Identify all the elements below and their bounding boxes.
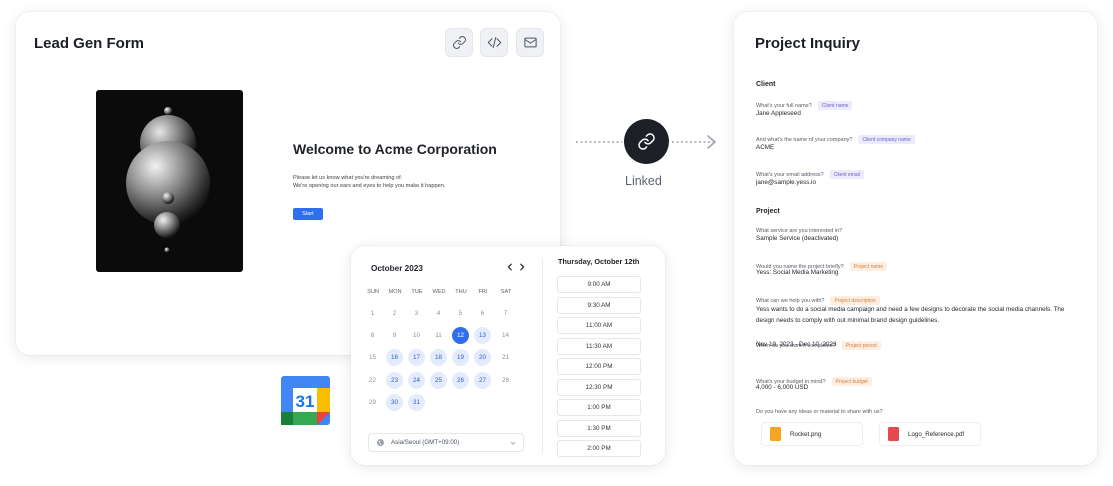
- project-section-heading: Project: [756, 208, 780, 215]
- calendar-day: 2: [392, 310, 397, 317]
- link-icon: [638, 133, 655, 150]
- attachment-name: Rocket.png: [790, 430, 822, 438]
- calendar-day: 4: [436, 310, 441, 317]
- field-question: Do you have any ideas or material to sha…: [756, 409, 883, 415]
- field-question-text: What can we help you with?: [756, 297, 825, 304]
- time-slot-button[interactable]: 12:30 PM: [557, 378, 641, 396]
- mail-icon: [523, 37, 537, 48]
- linked-label: Linked: [625, 174, 662, 188]
- calendar-day: 6: [480, 310, 485, 317]
- next-month-button[interactable]: [516, 261, 528, 273]
- calendar-day[interactable]: 19: [452, 349, 469, 366]
- calendar-day: 14: [501, 332, 509, 339]
- calendar-day: 22: [368, 377, 376, 384]
- embed-code-button[interactable]: [480, 28, 508, 57]
- panel-divider: [542, 258, 543, 454]
- weekday-label: THU: [455, 289, 467, 295]
- calendar-day[interactable]: 27: [474, 372, 491, 389]
- selected-date-heading: Thursday, October 12th: [558, 257, 640, 266]
- calendar-day[interactable]: 16: [386, 349, 403, 366]
- time-slot-button[interactable]: 1:30 PM: [557, 419, 641, 437]
- field-answer: Nov 10, 2023 - Dec 10, 2023: [756, 341, 837, 348]
- field-answer: Yess wants to do a social media campaign…: [756, 306, 1065, 324]
- calendar-day: 10: [412, 332, 420, 339]
- time-slot-button[interactable]: 9:30 AM: [557, 296, 641, 314]
- calendar-day-number: 31: [296, 392, 315, 411]
- email-share-button[interactable]: [516, 28, 544, 57]
- time-slot-button[interactable]: 1:00 PM: [557, 399, 641, 416]
- chevron-left-icon: [507, 263, 512, 271]
- calendar-day[interactable]: 26: [452, 372, 469, 389]
- start-button[interactable]: Start: [293, 208, 323, 220]
- calendar-day[interactable]: 23: [386, 372, 403, 389]
- attachment-name: Logo_Reference.pdf: [908, 430, 965, 438]
- calendar-day[interactable]: 20: [474, 349, 491, 366]
- calendar-day: 9: [392, 332, 397, 339]
- calendar-day[interactable]: 30: [386, 394, 403, 411]
- weekday-label: TUE: [411, 289, 423, 295]
- field-question-text: Do you have any ideas or material to sha…: [756, 409, 883, 415]
- attachment-item[interactable]: Rocket.png: [761, 422, 863, 446]
- calendar-day: 8: [370, 332, 375, 339]
- weekday-label: SUN: [367, 289, 379, 295]
- weekday-label: FRI: [478, 289, 488, 295]
- pdf-file-icon: [888, 427, 899, 441]
- calendar-day[interactable]: 13: [474, 327, 491, 344]
- calendar-day: 28: [501, 377, 509, 384]
- calendar-day: 21: [501, 354, 509, 361]
- calendar-day[interactable]: 18: [430, 349, 447, 366]
- weekday-label: SAT: [500, 289, 512, 295]
- calendar-day: 3: [414, 310, 419, 317]
- linked-badge: [624, 119, 669, 164]
- lead-form-title: Lead Gen Form: [34, 35, 145, 52]
- previous-month-button[interactable]: [504, 261, 516, 273]
- calendar-day: 1: [370, 310, 375, 317]
- field-answer: jane@sample.yess.io: [756, 179, 816, 186]
- calendar-day: 15: [368, 354, 376, 361]
- time-slot-button[interactable]: 11:00 AM: [557, 317, 641, 334]
- globe-icon: [377, 439, 384, 446]
- field-answer: 4,000 - 6,000 USD: [756, 384, 809, 391]
- client-section-heading: Client: [756, 81, 776, 88]
- project-inquiry-card: Project Inquiry Client Project What's yo…: [734, 12, 1097, 465]
- calendar-day[interactable]: 24: [408, 372, 425, 389]
- calendar-day[interactable]: 17: [408, 349, 425, 366]
- time-slot-button[interactable]: 2:00 PM: [557, 440, 641, 457]
- calendar-day[interactable]: 31: [408, 394, 425, 411]
- description-line-1: Please let us know what you're dreaming …: [293, 175, 403, 181]
- copy-link-button[interactable]: [445, 28, 473, 57]
- calendar-day: 7: [503, 310, 508, 317]
- image-file-icon: [770, 427, 781, 441]
- field-answer: Yess: Social Media Marketing: [756, 269, 839, 276]
- calendar-day: 5: [458, 310, 463, 317]
- welcome-heading: Welcome to Acme Corporation: [293, 141, 497, 157]
- form-cover-artwork: [96, 90, 243, 272]
- attachment-item[interactable]: Logo_Reference.pdf: [879, 422, 981, 446]
- time-slot-button[interactable]: 12:00 PM: [557, 358, 641, 375]
- link-icon: [452, 36, 466, 49]
- calendar-booking-card: October 2023 SUN MON TUE WED THU FRI SAT 12345…: [351, 246, 665, 465]
- weekday-label: WED: [432, 289, 446, 295]
- timezone-select[interactable]: Asia/Seoul (GMT+09:00): [368, 433, 524, 452]
- calendar-month-label: October 2023: [371, 264, 423, 273]
- time-slot-button[interactable]: 11:30 AM: [557, 337, 641, 355]
- field-answer: ACME: [756, 144, 775, 151]
- field-answer: Jane Appleseed: [756, 110, 801, 117]
- chevron-down-icon: [510, 441, 516, 445]
- field-answer: Sample Service (deactivated): [756, 235, 839, 242]
- description-line-2: We're opening our ears and eyes to help …: [293, 183, 446, 189]
- calendar-day: 29: [368, 399, 376, 406]
- weekday-label: MON: [388, 289, 402, 295]
- time-slot-button[interactable]: 9:00 AM: [557, 276, 641, 293]
- project-inquiry-title: Project Inquiry: [755, 35, 861, 52]
- code-icon: [487, 37, 501, 48]
- calendar-day[interactable]: 25: [430, 372, 447, 389]
- calendar-day-selected[interactable]: 12: [452, 327, 469, 344]
- chevron-right-icon: [520, 263, 525, 271]
- google-calendar-logo: 31: [281, 376, 330, 425]
- timezone-value: Asia/Seoul (GMT+09:00): [391, 439, 460, 446]
- calendar-day: 11: [435, 332, 442, 339]
